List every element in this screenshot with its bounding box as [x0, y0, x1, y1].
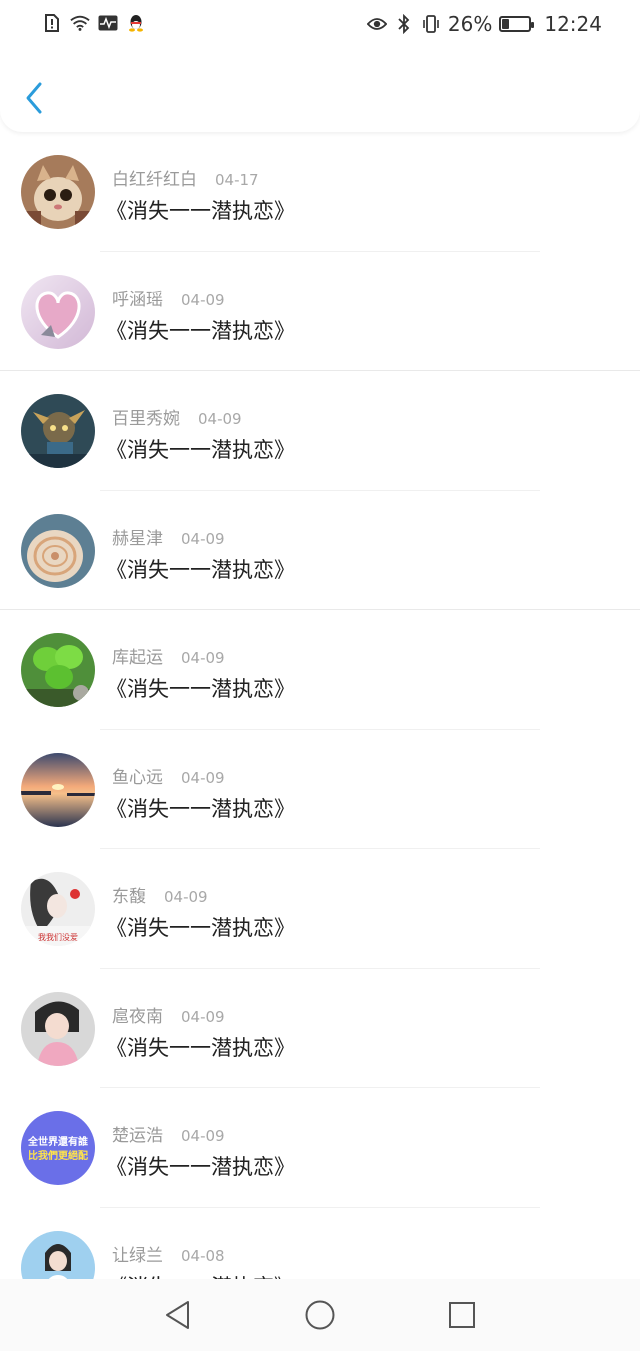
- item-meta: 楚运浩 04-09: [112, 1121, 225, 1146]
- post-date: 04-09: [181, 290, 225, 309]
- post-date: 04-09: [181, 529, 225, 548]
- list-item[interactable]: 全世界還有誰 比我們更絕配 楚运浩 04-09 《消失一一潜执恋》: [0, 1088, 640, 1208]
- author-name: 楚运浩: [112, 1126, 163, 1146]
- list-item[interactable]: 百里秀婉 04-09 《消失一一潜执恋》: [0, 371, 640, 491]
- nav-home-button[interactable]: [304, 1299, 336, 1331]
- avatar-text-1: 全世界還有誰: [27, 1135, 88, 1148]
- item-title: 《消失一一潜执恋》: [106, 1155, 295, 1179]
- system-nav-bar: [0, 1279, 640, 1351]
- avatar[interactable]: [21, 633, 95, 707]
- avatar-text: 我我们没爱: [38, 932, 78, 942]
- recents-square-icon: [449, 1302, 475, 1328]
- battery-percent: 26%: [447, 12, 493, 36]
- status-left-icons: [42, 13, 146, 33]
- item-meta: 扈夜南 04-09: [112, 1002, 225, 1027]
- list-item[interactable]: 呼涵瑶 04-09 《消失一一潜执恋》: [0, 252, 640, 371]
- avatar[interactable]: 我我们没爱: [21, 872, 95, 946]
- post-date: 04-09: [181, 1007, 225, 1026]
- author-name: 鱼心远: [112, 767, 163, 788]
- back-button[interactable]: [20, 78, 50, 118]
- post-date: 04-09: [198, 410, 242, 428]
- bluetooth-icon: [394, 14, 414, 34]
- qq-icon: [126, 13, 146, 33]
- item-title: 《消失一一潜执恋》: [106, 438, 295, 462]
- item-title: 《消失一一潜执恋》: [106, 796, 295, 821]
- avatar[interactable]: [21, 991, 95, 1066]
- item-meta: 呼涵瑶 04-09: [112, 285, 225, 310]
- post-date: 04-08: [181, 1246, 225, 1265]
- item-title: 《消失一一潜执恋》: [106, 916, 295, 940]
- author-name: 赫星津: [112, 528, 163, 549]
- item-title: 《消失一一潜执恋》: [106, 1035, 295, 1060]
- author-name: 库起运: [112, 648, 163, 668]
- list-item[interactable]: 白红纤红白 04-17 《消失一一潜执恋》: [0, 132, 640, 252]
- item-title: 《消失一一潜执恋》: [106, 557, 295, 582]
- avatar-text-2: 比我們更絕配: [28, 1149, 88, 1162]
- item-title: 《消失一一潜执恋》: [106, 677, 295, 701]
- item-meta: 让绿兰 04-08: [112, 1241, 225, 1266]
- list-item[interactable]: 赫星津 04-09 《消失一一潜执恋》: [0, 491, 640, 610]
- header: [0, 40, 640, 132]
- status-right-icons: 26% 12:24: [366, 12, 602, 36]
- list-item[interactable]: 我我们没爱 东馥 04-09 《消失一一潜执恋》: [0, 849, 640, 969]
- item-title: 《消失一一潜执恋》: [106, 199, 295, 223]
- post-date: 04-09: [181, 768, 225, 787]
- nav-recents-button[interactable]: [446, 1299, 478, 1331]
- author-name: 东馥: [112, 887, 146, 907]
- item-meta: 赫星津 04-09: [112, 524, 225, 549]
- avatar[interactable]: [21, 274, 95, 349]
- list-item[interactable]: 库起运 04-09 《消失一一潜执恋》: [0, 610, 640, 730]
- avatar[interactable]: [21, 155, 95, 229]
- avatar[interactable]: 全世界還有誰 比我們更絕配: [21, 1111, 95, 1185]
- status-bar: 26% 12:24: [0, 0, 640, 52]
- chevron-left-icon: [26, 82, 42, 114]
- post-date: 04-17: [215, 171, 259, 189]
- avatar[interactable]: [21, 513, 95, 588]
- sim-alert-icon: [42, 13, 62, 33]
- item-meta: 百里秀婉 04-09: [112, 404, 242, 429]
- post-date: 04-09: [181, 1127, 225, 1145]
- item-meta: 鱼心远 04-09: [112, 763, 225, 788]
- back-triangle-icon: [166, 1301, 189, 1329]
- clock: 12:24: [544, 12, 602, 36]
- list-item[interactable]: 扈夜南 04-09 《消失一一潜执恋》: [0, 969, 640, 1088]
- post-date: 04-09: [181, 649, 225, 667]
- author-name: 百里秀婉: [112, 409, 180, 429]
- wifi-icon: [70, 13, 90, 33]
- item-meta: 东馥 04-09: [112, 882, 208, 907]
- list-item[interactable]: 鱼心远 04-09 《消失一一潜执恋》: [0, 730, 640, 849]
- item-meta: 白红纤红白 04-17: [112, 165, 259, 190]
- author-name: 扈夜南: [112, 1006, 163, 1027]
- avatar[interactable]: [21, 394, 95, 468]
- post-date: 04-09: [164, 888, 208, 906]
- message-list: 白红纤红白 04-17 《消失一一潜执恋》 呼涵瑶 04-09 《消失一一潜执恋…: [0, 132, 640, 1327]
- avatar[interactable]: [21, 752, 95, 827]
- author-name: 白红纤红白: [112, 170, 197, 190]
- author-name: 让绿兰: [112, 1245, 163, 1266]
- nav-back-button[interactable]: [162, 1299, 194, 1331]
- activity-icon: [98, 13, 118, 33]
- battery-level: [502, 19, 510, 29]
- vibrate-icon: [421, 14, 441, 34]
- author-name: 呼涵瑶: [112, 289, 163, 310]
- item-meta: 库起运 04-09: [112, 643, 225, 668]
- home-circle-icon: [305, 1300, 335, 1330]
- item-title: 《消失一一潜执恋》: [106, 318, 295, 343]
- battery-icon: [499, 16, 535, 32]
- eye-icon: [366, 14, 387, 34]
